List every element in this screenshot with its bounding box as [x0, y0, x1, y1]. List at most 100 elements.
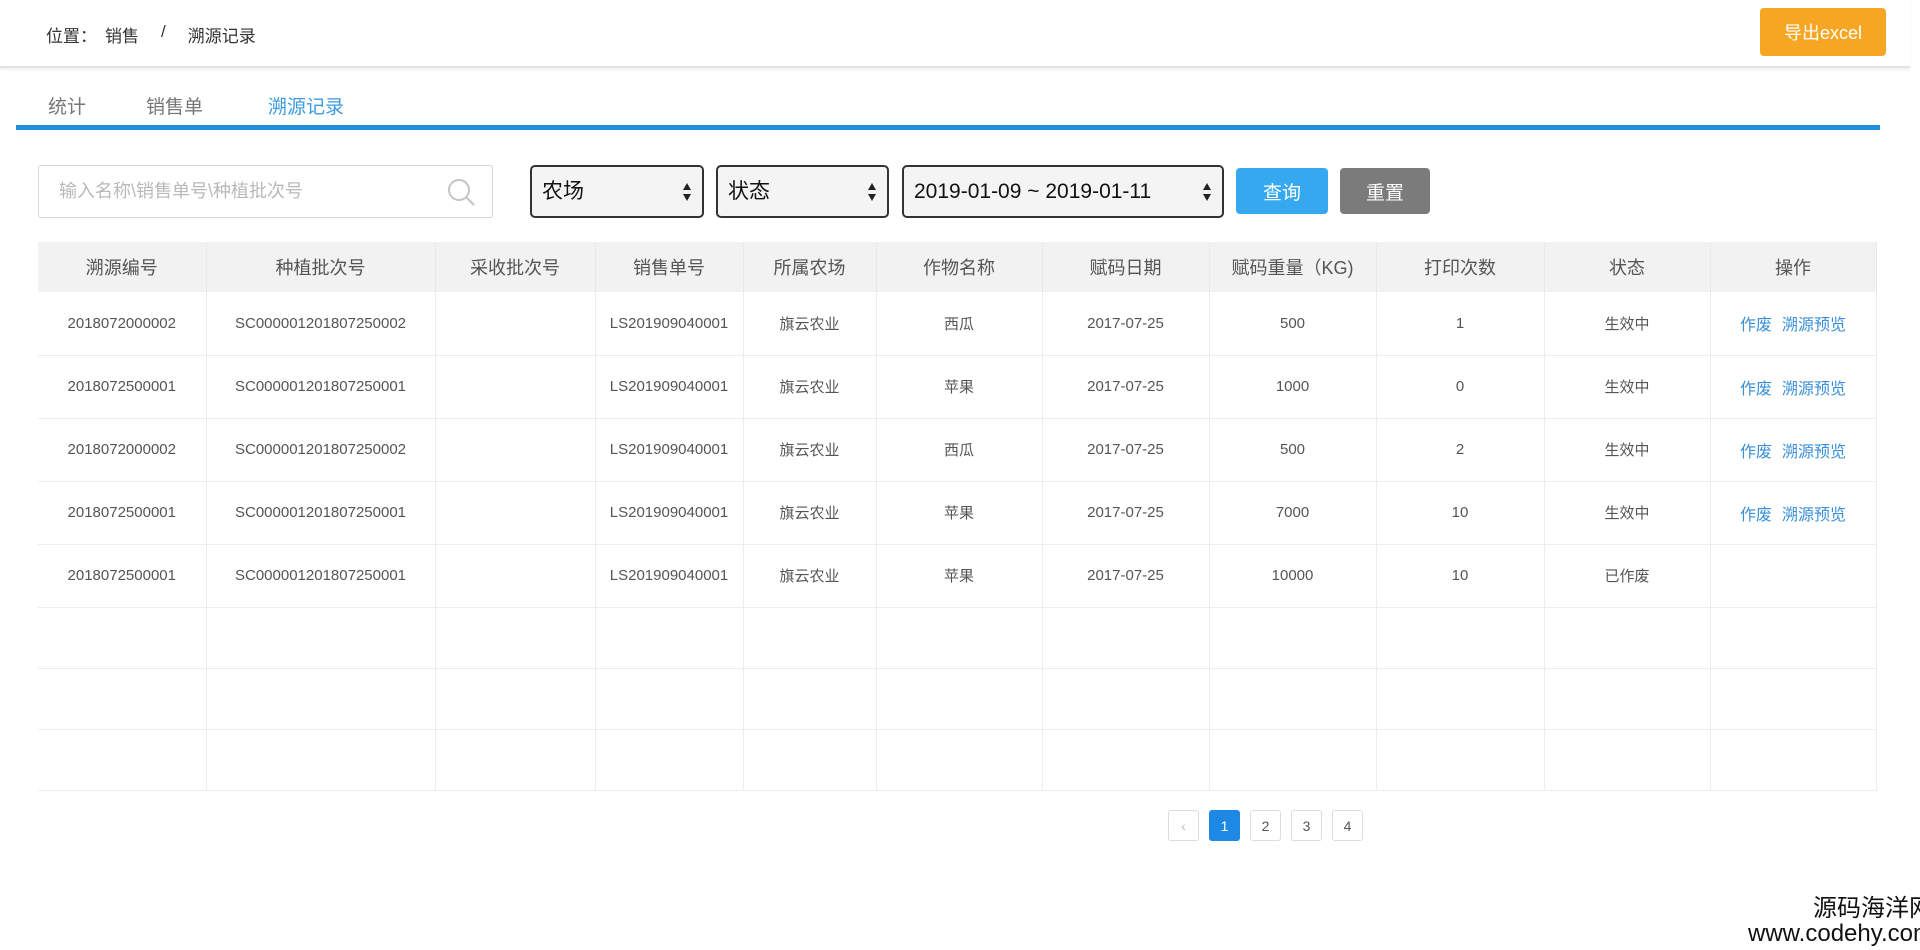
date-range-value: 2019-01-09 ~ 2019-01-11: [914, 180, 1152, 203]
cell-operations: 作废 溯源预览: [1710, 355, 1877, 419]
search-box: [38, 165, 493, 218]
cell-farm: 旗云农业: [743, 292, 877, 356]
reset-button[interactable]: 重置: [1340, 168, 1430, 214]
cell-farm: 旗云农业: [743, 418, 877, 482]
breadcrumb: 位置： 销售 / 溯源记录: [46, 22, 256, 47]
watermark-cn: 源码海洋网: [1812, 894, 1920, 922]
status-select[interactable]: 状态: [716, 165, 889, 218]
cell-date: 2017-07-25: [1042, 292, 1210, 356]
cell-operations: 作废 溯源预览: [1710, 292, 1877, 356]
cell-plant-batch: SC000001201807250001: [206, 355, 436, 419]
cell-harvest-batch: [435, 292, 596, 356]
breadcrumb-label: 位置：: [46, 27, 97, 46]
cell-trace-no: 2018072500001: [38, 481, 207, 545]
cell-plant-batch: SC000001201807250001: [206, 481, 436, 545]
top-bar: 位置： 销售 / 溯源记录 导出excel: [0, 0, 1910, 68]
cell-crop: 苹果: [876, 355, 1043, 419]
query-button[interactable]: 查询: [1236, 168, 1328, 214]
cell-operations: 作废 溯源预览: [1710, 481, 1877, 545]
cell-operations: 作废 溯源预览: [1710, 418, 1877, 482]
column-header: 操作: [1710, 242, 1877, 292]
page-button-1[interactable]: 1: [1209, 810, 1240, 841]
status-select-value: 状态: [728, 180, 770, 203]
select-arrows-icon: [868, 183, 876, 201]
tab-trace-records[interactable]: 溯源记录: [268, 92, 344, 119]
page-button-4[interactable]: 4: [1332, 810, 1363, 841]
trace-preview-link[interactable]: 溯源预览: [1782, 444, 1846, 461]
cell-status: 已作废: [1544, 544, 1711, 608]
empty-row: [38, 607, 1877, 669]
void-link[interactable]: 作废: [1740, 444, 1772, 461]
search-icon[interactable]: [446, 177, 476, 207]
tab-bar: 统计 销售单 溯源记录: [16, 86, 1880, 130]
cell-status: 生效中: [1544, 292, 1711, 356]
table-row: 2018072500001 SC000001201807250001 LS201…: [38, 544, 1877, 608]
cell-prints: 2: [1376, 418, 1545, 482]
trace-preview-link[interactable]: 溯源预览: [1782, 381, 1846, 398]
tab-statistics[interactable]: 统计: [48, 92, 86, 119]
cell-weight: 1000: [1209, 355, 1377, 419]
cell-harvest-batch: [435, 544, 596, 608]
cell-plant-batch: SC000001201807250002: [206, 418, 436, 482]
search-input[interactable]: [39, 166, 439, 217]
column-header: 打印次数: [1376, 242, 1545, 292]
cell-weight: 7000: [1209, 481, 1377, 545]
trace-preview-link[interactable]: 溯源预览: [1782, 507, 1846, 524]
cell-trace-no: 2018072500001: [38, 355, 207, 419]
table-header-row: 溯源编号 种植批次号 采收批次号 销售单号 所属农场 作物名称 赋码日期 赋码重…: [38, 242, 1877, 292]
export-excel-button[interactable]: 导出excel: [1760, 8, 1886, 56]
cell-sale-no: LS201909040001: [595, 292, 744, 356]
column-header: 状态: [1544, 242, 1711, 292]
trace-preview-link[interactable]: 溯源预览: [1782, 317, 1846, 334]
prev-page-button[interactable]: ‹: [1168, 810, 1199, 841]
column-header: 赋码日期: [1042, 242, 1210, 292]
cell-trace-no: 2018072000002: [38, 418, 207, 482]
farm-select-value: 农场: [542, 180, 584, 203]
empty-row: [38, 729, 1877, 791]
cell-farm: 旗云农业: [743, 481, 877, 545]
cell-crop: 西瓜: [876, 292, 1043, 356]
cell-prints: 10: [1376, 544, 1545, 608]
table-row: 2018072000002 SC000001201807250002 LS201…: [38, 292, 1877, 356]
select-arrows-icon: [1203, 183, 1211, 201]
date-range-select[interactable]: 2019-01-09 ~ 2019-01-11: [902, 165, 1224, 218]
cell-harvest-batch: [435, 481, 596, 545]
void-link[interactable]: 作废: [1740, 381, 1772, 398]
cell-prints: 10: [1376, 481, 1545, 545]
cell-sale-no: LS201909040001: [595, 481, 744, 545]
cell-weight: 500: [1209, 292, 1377, 356]
cell-crop: 苹果: [876, 544, 1043, 608]
column-header: 销售单号: [595, 242, 744, 292]
cell-prints: 1: [1376, 292, 1545, 356]
column-header: 所属农场: [743, 242, 877, 292]
column-header: 溯源编号: [38, 242, 207, 292]
column-header: 赋码重量（KG): [1209, 242, 1377, 292]
cell-harvest-batch: [435, 418, 596, 482]
cell-trace-no: 2018072500001: [38, 544, 207, 608]
page-button-2[interactable]: 2: [1250, 810, 1281, 841]
void-link[interactable]: 作废: [1740, 507, 1772, 524]
cell-farm: 旗云农业: [743, 544, 877, 608]
void-link[interactable]: 作废: [1740, 317, 1772, 334]
table-row: 2018072500001 SC000001201807250001 LS201…: [38, 355, 1877, 419]
breadcrumb-item-sales[interactable]: 销售: [105, 22, 139, 47]
cell-plant-batch: SC000001201807250001: [206, 544, 436, 608]
page-button-3[interactable]: 3: [1291, 810, 1322, 841]
empty-row: [38, 668, 1877, 730]
pagination: ‹ 1 2 3 4: [1168, 810, 1363, 841]
cell-plant-batch: SC000001201807250002: [206, 292, 436, 356]
cell-harvest-batch: [435, 355, 596, 419]
breadcrumb-item-current: 溯源记录: [187, 27, 256, 46]
trace-records-table: 溯源编号 种植批次号 采收批次号 销售单号 所属农场 作物名称 赋码日期 赋码重…: [38, 242, 1877, 791]
cell-farm: 旗云农业: [743, 355, 877, 419]
watermark-url: www.codehy.com: [1748, 920, 1920, 947]
table-row: 2018072500001 SC000001201807250001 LS201…: [38, 481, 1877, 545]
cell-sale-no: LS201909040001: [595, 544, 744, 608]
tab-sales-orders[interactable]: 销售单: [146, 92, 203, 119]
breadcrumb-separator: /: [161, 22, 166, 41]
farm-select[interactable]: 农场: [530, 165, 704, 218]
column-header: 作物名称: [876, 242, 1043, 292]
cell-trace-no: 2018072000002: [38, 292, 207, 356]
cell-prints: 0: [1376, 355, 1545, 419]
cell-weight: 500: [1209, 418, 1377, 482]
